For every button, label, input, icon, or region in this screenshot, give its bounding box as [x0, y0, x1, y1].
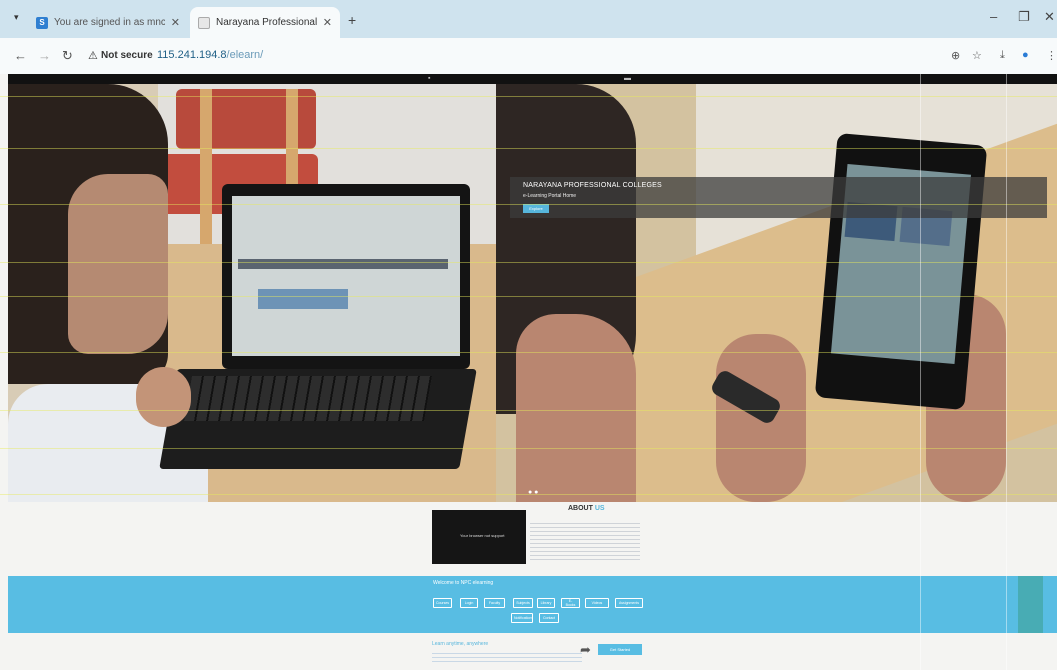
slider-dots-icon[interactable]: ● ●: [528, 489, 538, 496]
minimize-icon[interactable]: –: [990, 9, 997, 24]
quick-link-button[interactable]: Login: [460, 598, 478, 608]
quick-link-button[interactable]: Library: [537, 598, 555, 608]
quick-link-button[interactable]: Courses: [433, 598, 452, 608]
zoom-icon[interactable]: ⊕: [951, 49, 960, 62]
menu-icon[interactable]: ⋮: [1046, 49, 1057, 62]
quick-link-button[interactable]: Notifications: [511, 613, 533, 623]
tab-title: You are signed in as mnc3024: [54, 17, 165, 28]
reload-icon[interactable]: ↻: [62, 48, 73, 64]
tab-title: Narayana Professional Colleges: [216, 17, 317, 28]
about-heading: ABOUT US: [568, 505, 605, 512]
band-edge-artifact: [1018, 576, 1043, 633]
download-icon[interactable]: ⤓: [1000, 49, 1005, 62]
new-tab-icon[interactable]: +: [348, 12, 356, 28]
hero-photo-tablet: [496, 84, 1057, 502]
topbar-marker-icon: ▬: [624, 75, 631, 82]
about-heading-accent: US: [594, 505, 605, 512]
about-heading-text: ABOUT: [568, 505, 593, 512]
footer-paragraph: [432, 650, 582, 662]
address-bar-row: ← → ↻ ⚠ Not secure 115.241.194.8/elearn/…: [0, 38, 1057, 74]
quick-link-button[interactable]: E-Books: [561, 598, 580, 608]
tab-narayana[interactable]: Narayana Professional Colleges ✕: [190, 7, 340, 38]
about-paragraph: [530, 520, 640, 560]
close-window-icon[interactable]: ✕: [1044, 9, 1055, 25]
close-tab-icon[interactable]: ✕: [171, 16, 180, 29]
profile-icon[interactable]: ●: [1022, 49, 1029, 61]
share-arrow-icon: ➦: [580, 642, 591, 657]
bookmark-star-icon[interactable]: ☆: [972, 49, 982, 62]
hero-caption: NARAYANA PROFESSIONAL COLLEGES e-Learnin…: [510, 177, 1047, 218]
tab-signed-in[interactable]: S You are signed in as mnc3024 ✕: [28, 7, 188, 38]
hero-slider: NARAYANA PROFESSIONAL COLLEGES e-Learnin…: [8, 84, 1057, 502]
hero-title: NARAYANA PROFESSIONAL COLLEGES: [523, 182, 662, 189]
site-favicon-icon: S: [36, 16, 48, 29]
band-title: Welcome to NPC elearning: [433, 580, 494, 586]
video-fallback-text: Your browser not support: [460, 533, 505, 538]
url-host: 115.241.194.8: [157, 49, 227, 61]
about-video[interactable]: Your browser not support: [432, 510, 526, 564]
url-field[interactable]: 115.241.194.8/elearn/: [157, 49, 263, 61]
back-icon[interactable]: ←: [14, 48, 27, 63]
hero-cta-button[interactable]: Explore: [523, 204, 549, 213]
college-favicon-icon: [198, 16, 210, 29]
forward-icon[interactable]: →: [38, 48, 51, 63]
quick-link-button[interactable]: Assignments: [615, 598, 643, 608]
hero-subtitle: e-Learning Portal Home: [523, 193, 577, 199]
close-tab-icon[interactable]: ✕: [323, 16, 332, 29]
tab-search-icon[interactable]: ▾: [14, 12, 19, 23]
quick-link-button[interactable]: Faculty: [484, 598, 505, 608]
quick-links-band: Welcome to NPC elearning Courses Login F…: [8, 576, 1057, 633]
quick-link-button[interactable]: Videos: [585, 598, 609, 608]
site-top-bar: ▪ ▬: [8, 74, 1057, 84]
security-label[interactable]: Not secure: [101, 50, 153, 61]
footer-cta-button[interactable]: Get Started: [598, 644, 642, 655]
footer-heading: Learn anytime, anywhere: [432, 641, 489, 647]
url-path: /elearn/: [226, 49, 264, 61]
browser-tab-strip: ▾ S You are signed in as mnc3024 ✕ Naray…: [0, 0, 1057, 38]
quick-link-button[interactable]: Contact: [539, 613, 559, 623]
warning-icon[interactable]: ⚠: [88, 49, 98, 62]
maximize-icon[interactable]: ❐: [1018, 9, 1030, 25]
hero-photo-laptop: [8, 84, 496, 502]
topbar-marker-icon: ▪: [428, 75, 431, 82]
quick-link-button[interactable]: Subjects: [513, 598, 533, 608]
